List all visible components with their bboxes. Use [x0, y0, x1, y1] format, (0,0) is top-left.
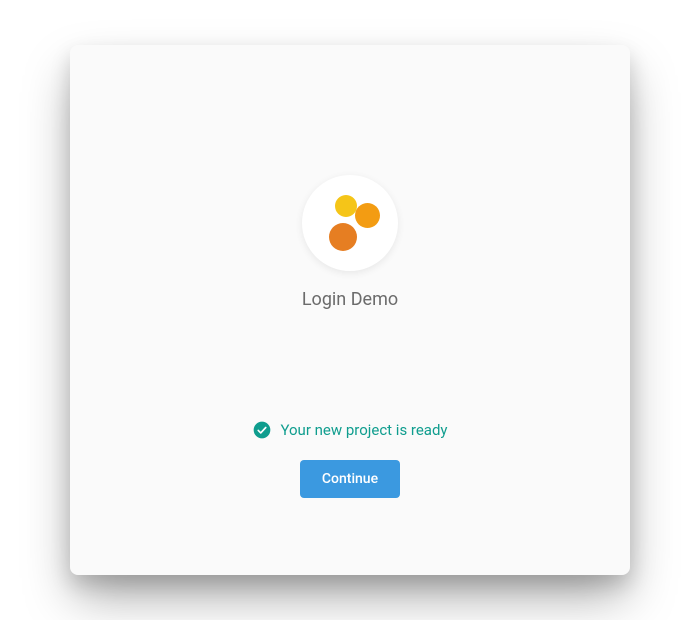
logo-dots-icon: [320, 193, 380, 253]
app-title: Login Demo: [302, 289, 398, 310]
status-message: Your new project is ready: [280, 421, 447, 439]
status-row: Your new project is ready: [252, 420, 447, 440]
project-ready-card: Login Demo Your new project is ready Con…: [70, 45, 630, 575]
continue-button[interactable]: Continue: [300, 460, 400, 498]
check-circle-icon: [252, 420, 272, 440]
app-logo: [302, 175, 398, 271]
